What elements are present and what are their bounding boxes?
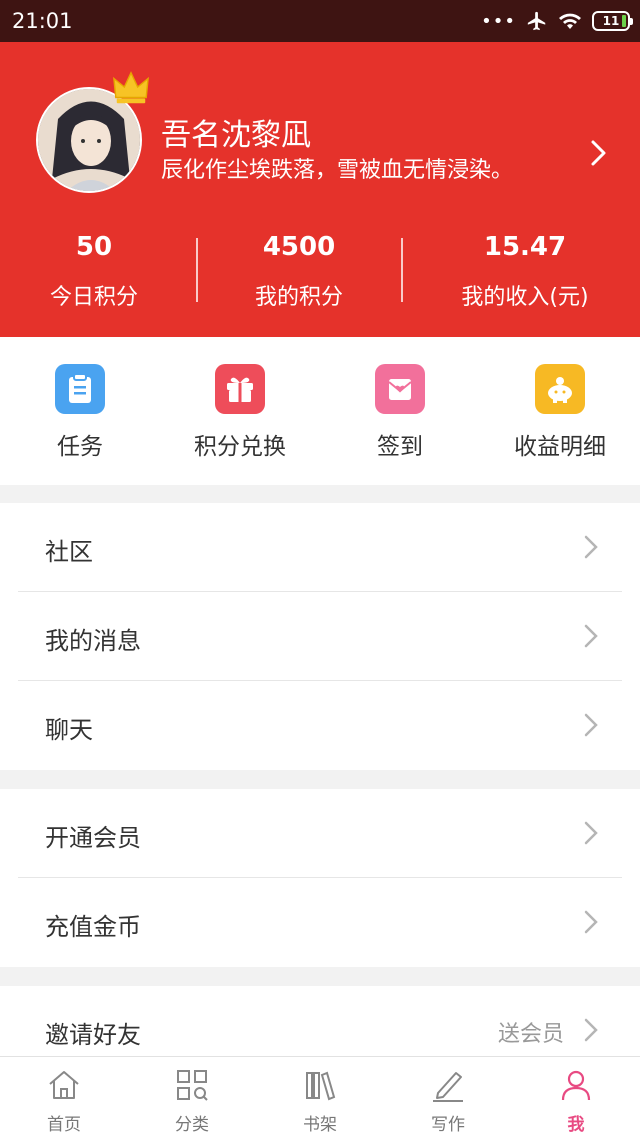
stat-value: 4500 — [262, 232, 336, 262]
chevron-right-icon — [584, 910, 598, 934]
quick-action-label: 任务 — [57, 434, 103, 460]
wifi-icon — [559, 13, 581, 29]
chevron-right-icon[interactable] — [588, 139, 610, 167]
chevron-right-icon — [584, 535, 598, 559]
bottom-tab-bar: 首页 分类 书架 写作 我 — [0, 1056, 640, 1138]
tab-label: 写作 — [431, 1115, 465, 1135]
menu-item-label: 社区 — [45, 538, 93, 566]
tab-label: 我 — [567, 1115, 585, 1135]
stat-today-points[interactable]: 50 今日积分 — [0, 232, 194, 311]
stat-divider — [196, 238, 198, 302]
menu-item-label: 邀请好友 — [45, 1021, 141, 1049]
tab-category[interactable]: 分类 — [128, 1057, 256, 1138]
menu-item-community[interactable]: 社区 — [18, 503, 622, 592]
stat-label: 我的收入(元) — [461, 285, 589, 310]
tab-home[interactable]: 首页 — [0, 1057, 128, 1138]
person-icon — [561, 1070, 591, 1101]
quick-actions: 任务 积分兑换 签到 收益明细 — [0, 337, 640, 485]
pen-icon — [433, 1072, 463, 1102]
quick-action-points-exchange[interactable]: 积分兑换 — [160, 364, 320, 461]
menu-item-recharge-coins[interactable]: 充值金币 — [18, 878, 622, 967]
user-name: 吾名沈黎凪 — [161, 118, 311, 153]
chevron-right-icon — [584, 624, 598, 648]
quick-action-label: 收益明细 — [514, 434, 606, 460]
category-icon — [177, 1070, 208, 1101]
menu-item-label: 充值金币 — [45, 913, 141, 941]
stat-my-points[interactable]: 4500 我的积分 — [199, 232, 399, 311]
menu-item-extra: 送会员 — [497, 1022, 564, 1047]
quick-action-checkin[interactable]: 签到 — [320, 364, 480, 461]
tab-bookshelf[interactable]: 书架 — [256, 1057, 384, 1138]
chevron-right-icon — [584, 713, 598, 737]
menu-group-membership: 开通会员 充值金币 — [0, 789, 640, 967]
stat-value: 50 — [75, 232, 113, 262]
status-time: 21:01 — [12, 9, 73, 33]
stat-label: 今日积分 — [49, 285, 138, 310]
battery-fill — [622, 15, 626, 27]
profile-header[interactable]: 吾名沈黎凪 辰化作尘埃跌落，雪被血无情浸染。 50 今日积分 4500 我的积分… — [0, 42, 640, 337]
checkin-icon — [375, 364, 425, 414]
quick-action-label: 签到 — [377, 434, 423, 460]
piggy-bank-icon — [535, 364, 585, 414]
menu-group-social: 社区 我的消息 聊天 — [0, 503, 640, 770]
tab-write[interactable]: 写作 — [384, 1057, 512, 1138]
quick-action-earnings[interactable]: 收益明细 — [480, 364, 640, 461]
task-icon — [55, 364, 105, 414]
menu-item-my-messages[interactable]: 我的消息 — [18, 592, 622, 681]
menu-item-membership[interactable]: 开通会员 — [18, 789, 622, 878]
stat-value: 15.47 — [483, 232, 567, 262]
tab-me[interactable]: 我 — [512, 1057, 640, 1138]
tab-label: 书架 — [303, 1115, 337, 1135]
stat-my-income[interactable]: 15.47 我的收入(元) — [425, 232, 625, 311]
stat-label: 我的积分 — [254, 285, 343, 310]
quick-action-label: 积分兑换 — [194, 434, 286, 460]
battery-level: 11 — [602, 14, 620, 28]
gift-icon — [215, 364, 265, 414]
stat-divider — [401, 238, 403, 302]
tab-label: 分类 — [175, 1115, 209, 1135]
more-dots-icon: ••• — [481, 10, 516, 32]
user-bio: 辰化作尘埃跌落，雪被血无情浸染。 — [161, 158, 514, 183]
airplane-icon — [527, 11, 546, 31]
battery-indicator: 11 — [592, 11, 633, 31]
chevron-right-icon — [584, 1018, 598, 1042]
home-icon — [49, 1071, 79, 1099]
tab-label: 首页 — [47, 1115, 81, 1135]
status-bar: 21:01 ••• 11 — [0, 0, 640, 42]
bookshelf-icon — [306, 1071, 336, 1101]
menu-item-label: 开通会员 — [45, 824, 141, 852]
crown-icon — [113, 71, 149, 104]
status-icons: ••• 11 — [481, 9, 633, 33]
menu-item-label: 我的消息 — [45, 627, 141, 655]
quick-action-task[interactable]: 任务 — [0, 364, 160, 461]
menu-item-chat[interactable]: 聊天 — [18, 681, 622, 770]
menu-item-label: 聊天 — [45, 716, 93, 744]
chevron-right-icon — [584, 821, 598, 845]
